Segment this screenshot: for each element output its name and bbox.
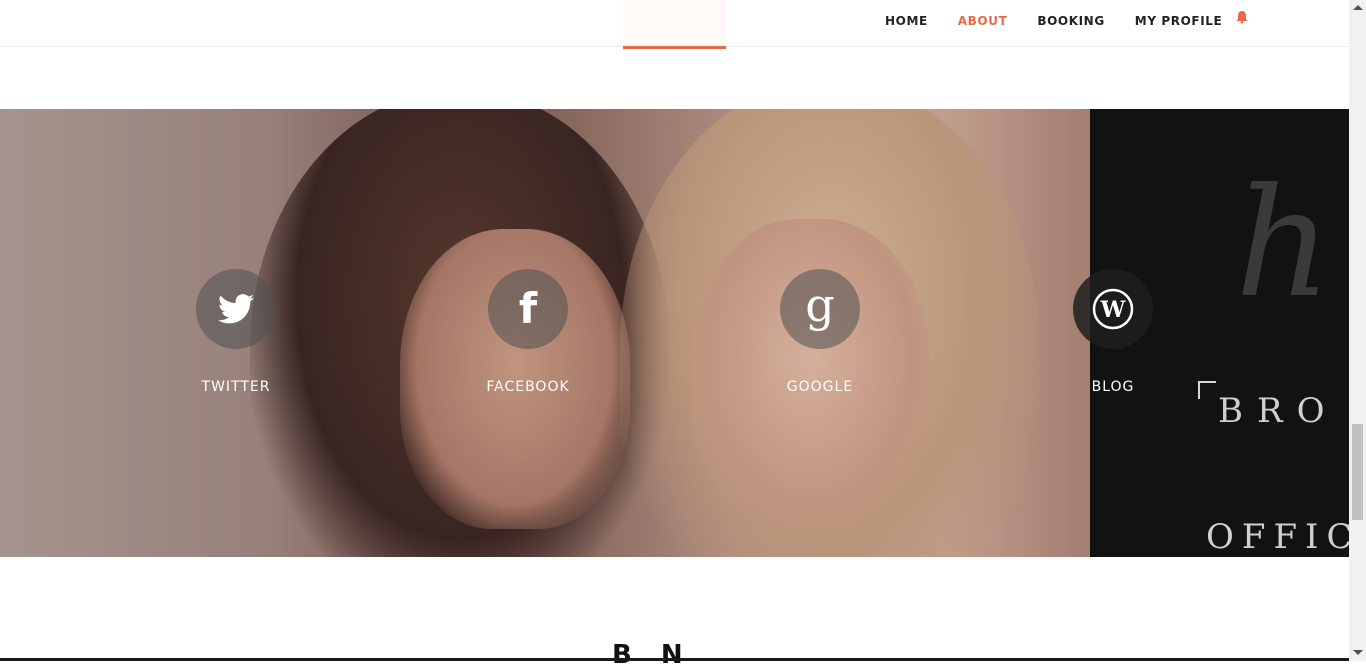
main-nav: HOME ABOUT BOOKING MY PROFILE — [885, 14, 1252, 28]
social-blog[interactable]: W BLOG — [1053, 269, 1173, 395]
blog-label: BLOG — [1091, 379, 1135, 395]
brand-bracket — [1198, 381, 1216, 399]
scrollbar-thumb[interactable] — [1352, 424, 1363, 520]
nav-my-profile[interactable]: MY PROFILE — [1135, 14, 1223, 28]
section-heading-partial: B N — [612, 640, 693, 670]
scroll-up-arrow-icon[interactable] — [1353, 5, 1363, 10]
brand-monogram: h — [1235, 157, 1332, 331]
bell-icon[interactable] — [1235, 10, 1249, 24]
site-header: HOME ABOUT BOOKING MY PROFILE — [0, 0, 1349, 49]
brand-text-bottom: OFFIC — [1206, 517, 1349, 557]
facebook-icon[interactable]: f — [488, 269, 568, 349]
social-twitter[interactable]: TWITTER — [176, 269, 296, 395]
wordpress-icon[interactable]: W — [1073, 269, 1153, 349]
nav-booking[interactable]: BOOKING — [1037, 14, 1104, 28]
nav-home[interactable]: HOME — [885, 14, 928, 28]
twitter-label: TWITTER — [201, 379, 271, 395]
google-label: GOOGLE — [786, 379, 854, 395]
page-scrollbar[interactable] — [1349, 0, 1366, 661]
svg-text:W: W — [1100, 297, 1126, 323]
logo-area[interactable] — [623, 0, 726, 49]
scroll-down-arrow-icon[interactable] — [1353, 650, 1363, 655]
twitter-icon[interactable] — [196, 269, 276, 349]
social-facebook[interactable]: f FACEBOOK — [468, 269, 588, 395]
facebook-label: FACEBOOK — [486, 379, 570, 395]
social-google[interactable]: g GOOGLE — [760, 269, 880, 395]
nav-about[interactable]: ABOUT — [958, 14, 1008, 28]
google-icon[interactable]: g — [780, 269, 860, 349]
social-hero-section: h BRO OFFIC TWITTER f FACEBOOK g GOOGLE … — [0, 109, 1349, 557]
brand-text-top: BRO — [1218, 391, 1339, 431]
